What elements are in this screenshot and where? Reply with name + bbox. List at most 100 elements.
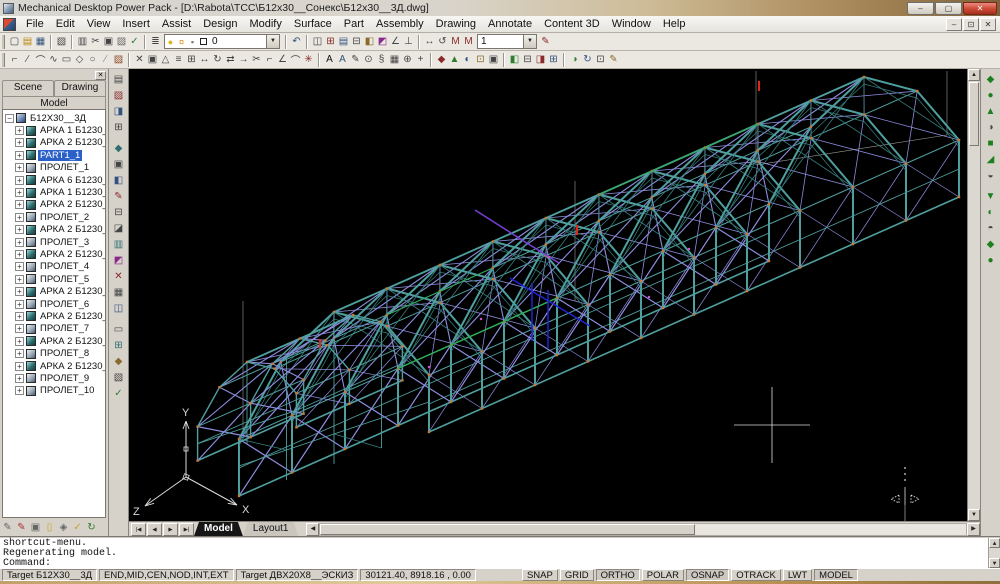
tree-expander-icon[interactable]: + bbox=[15, 287, 24, 296]
content3d-library-icon[interactable]: ◆ bbox=[983, 236, 999, 252]
part-modeling-icon[interactable]: ◆ bbox=[435, 52, 448, 68]
desktop-options-icon[interactable]: ◈ bbox=[57, 520, 70, 534]
line-icon[interactable]: ∕ bbox=[21, 52, 34, 68]
tree-item[interactable]: +АРКА 2 Б1230_9 bbox=[4, 360, 105, 372]
plot-icon[interactable]: ▥ bbox=[76, 34, 89, 50]
match-properties-icon[interactable]: ✓ bbox=[128, 34, 141, 50]
layer-combo[interactable]: ●¤▪0▼ bbox=[164, 34, 280, 49]
polyline-icon[interactable]: ⌐ bbox=[8, 52, 21, 68]
tree-item[interactable]: +АРКА 1 Б1230_2 bbox=[4, 186, 105, 198]
explode-icon[interactable]: ✳ bbox=[302, 52, 315, 68]
tree-expander-icon[interactable]: − bbox=[5, 114, 14, 123]
tree-expander-icon[interactable]: + bbox=[15, 188, 24, 197]
tree-expander-icon[interactable]: + bbox=[15, 275, 24, 284]
layers-icon[interactable]: ≣ bbox=[149, 34, 162, 50]
spline-icon[interactable]: ∿ bbox=[47, 52, 60, 68]
move-icon[interactable]: ↔ bbox=[198, 52, 211, 68]
find-icon[interactable]: ⊙ bbox=[362, 52, 375, 68]
toggle-model[interactable]: MODEL bbox=[814, 569, 858, 581]
tree-item[interactable]: +АРКА 2 Б1230_2 bbox=[4, 199, 105, 211]
hatch-icon[interactable]: ▨ bbox=[112, 52, 125, 68]
check-interference-icon[interactable]: ◩ bbox=[111, 252, 127, 268]
power-edit-icon[interactable]: ✎ bbox=[539, 34, 552, 50]
profile-icon[interactable]: ◐ bbox=[461, 52, 474, 68]
ortho-view-icon[interactable]: ◆ bbox=[111, 353, 127, 369]
clipboard-icon[interactable]: ▣ bbox=[29, 520, 42, 534]
menu-content-3d[interactable]: Content 3D bbox=[538, 16, 606, 32]
drawing-manager-icon[interactable]: ▨ bbox=[111, 87, 127, 103]
cut-icon[interactable]: ✂ bbox=[89, 34, 102, 50]
content3d-spring-icon[interactable]: ◒ bbox=[983, 167, 999, 183]
tree-item[interactable]: +ПРОЛЕТ_1 bbox=[4, 162, 105, 174]
drawing-viewport[interactable]: YXZ bbox=[129, 69, 967, 521]
stretch-icon[interactable]: → bbox=[237, 52, 250, 68]
tree-expander-icon[interactable]: + bbox=[15, 200, 24, 209]
layer-lock-icon[interactable]: ▪ bbox=[187, 37, 198, 47]
tree-item[interactable]: +ПРОЛЕТ_5 bbox=[4, 273, 105, 285]
update-part-icon[interactable]: ↻ bbox=[581, 52, 594, 68]
undo-icon[interactable]: ↶ bbox=[290, 34, 303, 50]
open-icon[interactable]: ▤ bbox=[21, 34, 34, 50]
aerial-view-icon[interactable]: ◫ bbox=[311, 34, 324, 50]
tree-item[interactable]: +ПРОЛЕТ_6 bbox=[4, 298, 105, 310]
model-tree[interactable]: −Б12X30__3Д+АРКА 1 Б1230_1+АРКА 2 Б1230_… bbox=[2, 109, 106, 518]
base-view-icon[interactable]: ⊞ bbox=[111, 337, 127, 353]
copy-icon[interactable]: ▣ bbox=[102, 34, 115, 50]
properties-icon[interactable]: ▤ bbox=[337, 34, 350, 50]
dimension-style-icon[interactable]: M bbox=[449, 34, 462, 50]
tab-model[interactable]: Model bbox=[194, 522, 243, 536]
content3d-shaft-icon[interactable]: ■ bbox=[983, 135, 999, 151]
design-center-icon[interactable]: ⊞ bbox=[324, 34, 337, 50]
tree-expander-icon[interactable]: + bbox=[15, 176, 24, 185]
toolbar-grip[interactable] bbox=[2, 35, 5, 49]
tree-expander-icon[interactable]: + bbox=[15, 213, 24, 222]
menu-surface[interactable]: Surface bbox=[288, 16, 338, 32]
circle-icon[interactable]: ○ bbox=[86, 52, 99, 68]
chamfer-icon[interactable]: ∠ bbox=[276, 52, 289, 68]
edit-feature-icon[interactable]: ✎ bbox=[111, 188, 127, 204]
content3d-calc-icon[interactable]: ● bbox=[983, 252, 999, 268]
new-scene-icon[interactable]: ▣ bbox=[111, 156, 127, 172]
trim-icon[interactable]: ✂ bbox=[250, 52, 263, 68]
tab-scene[interactable]: Scene bbox=[2, 80, 54, 96]
toggle-snap[interactable]: SNAP bbox=[522, 569, 558, 581]
toggle-osnap[interactable]: OSNAP bbox=[686, 569, 729, 581]
rectangle-icon[interactable]: ▭ bbox=[60, 52, 73, 68]
menu-modify[interactable]: Modify bbox=[243, 16, 287, 32]
copy-object-icon[interactable]: ▣ bbox=[146, 52, 159, 68]
tree-expander-icon[interactable]: + bbox=[15, 262, 24, 271]
content3d-bearing-icon[interactable]: ◑ bbox=[983, 119, 999, 135]
menu-insert[interactable]: Insert bbox=[116, 16, 156, 32]
tree-expander-icon[interactable]: + bbox=[15, 337, 24, 346]
tree-item[interactable]: +АРКА 2 Б1230_4 bbox=[4, 248, 105, 260]
toggle-lwt[interactable]: LWT bbox=[783, 569, 812, 581]
pan-icon[interactable]: + bbox=[414, 52, 427, 68]
dbconnect-icon[interactable]: ⊟ bbox=[350, 34, 363, 50]
browser-toggle-icon[interactable]: ▤ bbox=[111, 71, 127, 87]
content3d-gear-icon[interactable]: ◢ bbox=[983, 151, 999, 167]
erase-icon[interactable]: ✕ bbox=[133, 52, 146, 68]
tree-item[interactable]: +ПРОЛЕТ_2 bbox=[4, 211, 105, 223]
tree-expander-icon[interactable]: + bbox=[15, 225, 24, 234]
reorder-feature-icon[interactable]: ◪ bbox=[111, 220, 127, 236]
tree-expander-icon[interactable]: + bbox=[15, 151, 24, 160]
options-icon[interactable]: ⊡ bbox=[594, 52, 607, 68]
command-scroll-down-icon[interactable]: ▼ bbox=[989, 558, 1000, 568]
content3d-chain-icon[interactable]: ◆ bbox=[983, 71, 999, 87]
revolve-icon[interactable]: ▣ bbox=[487, 52, 500, 68]
tree-expander-icon[interactable]: + bbox=[15, 250, 24, 259]
layer-on-icon[interactable]: ● bbox=[165, 37, 176, 47]
tree-expander-icon[interactable]: + bbox=[15, 138, 24, 147]
new-layout-icon[interactable]: ▭ bbox=[111, 321, 127, 337]
toggle-shading-icon[interactable]: ◑ bbox=[568, 52, 581, 68]
content3d-features-icon[interactable]: ▼ bbox=[983, 188, 999, 204]
analysis-icon[interactable]: ⊞ bbox=[547, 52, 560, 68]
tree-item[interactable]: +ПРОЛЕТ_8 bbox=[4, 347, 105, 359]
mass-properties-icon[interactable]: ▦ bbox=[111, 284, 127, 300]
polygon-icon[interactable]: ◇ bbox=[73, 52, 86, 68]
dimstyle-combo-dropdown-icon[interactable]: ▼ bbox=[523, 35, 536, 48]
tree-item[interactable]: +АРКА 2 Б1230_6 bbox=[4, 285, 105, 297]
dimension-edit-icon[interactable]: ↺ bbox=[436, 34, 449, 50]
highlight-icon[interactable]: ✓ bbox=[71, 520, 84, 534]
construction-line-icon[interactable]: ∕ bbox=[99, 52, 112, 68]
